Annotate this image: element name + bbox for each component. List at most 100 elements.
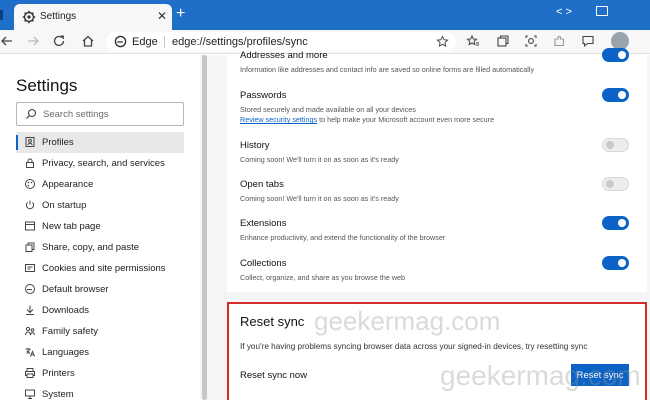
sidebar-item-label: Languages: [42, 347, 90, 358]
tab-settings[interactable]: Settings ✕: [14, 4, 172, 30]
feedback-icon[interactable]: [581, 34, 595, 48]
sidebar-item-appearance[interactable]: Appearance: [16, 174, 184, 195]
page-title: Settings: [16, 76, 78, 95]
link-suffix-text: to help make your Microsoft account even…: [317, 115, 495, 124]
appearance-icon: [25, 179, 35, 189]
lock-icon: [26, 158, 34, 168]
sidebar-item-label: Appearance: [42, 179, 94, 190]
sync-toggle[interactable]: [602, 138, 629, 152]
sync-setting-title: Collections: [240, 258, 287, 269]
sidebar-item-printers[interactable]: Printers: [16, 363, 184, 384]
address-bar[interactable]: Edge edge://settings/profiles/sync: [106, 32, 456, 52]
printer-icon: [25, 368, 35, 378]
refresh-icon[interactable]: [52, 34, 66, 48]
sidebar-item-new-tab-page[interactable]: New tab page: [16, 216, 184, 237]
sidebar-item-label: Privacy, search, and services: [42, 158, 165, 169]
gear-icon: [22, 10, 36, 24]
new-tab-icon: [25, 221, 35, 231]
sync-toggle[interactable]: [602, 48, 629, 62]
cookies-icon: [25, 264, 35, 272]
close-icon[interactable]: ✕: [157, 9, 167, 23]
sidebar-item-label: Downloads: [42, 305, 89, 316]
sync-toggle[interactable]: [602, 88, 629, 102]
address-separator: [164, 36, 165, 48]
search-icon: [26, 108, 37, 119]
sync-setting-description-text: Stored securely and made available on al…: [240, 105, 416, 114]
sync-setting-description: Collect, organize, and share as you brow…: [240, 273, 405, 282]
sync-setting-description: Enhance productivity, and extend the fun…: [240, 233, 445, 242]
sidebar-item-label: Printers: [42, 368, 75, 379]
back-icon[interactable]: [0, 34, 14, 48]
sidebar-item-downloads[interactable]: Downloads: [16, 300, 184, 321]
sidebar-item-label: Share, copy, and paste: [42, 242, 139, 253]
sync-setting-description: Information like addresses and contact i…: [240, 65, 534, 74]
sync-setting-link-line: Review security settings to help make yo…: [240, 115, 494, 124]
review-security-settings-link[interactable]: Review security settings: [240, 115, 317, 124]
sidebar-item-on-startup[interactable]: On startup: [16, 195, 184, 216]
sync-setting-description-text: Collect, organize, and share as you brow…: [240, 273, 406, 282]
watermark: geekermag.com: [440, 360, 641, 391]
search-box[interactable]: [16, 102, 184, 126]
sidebar-item-cookies-and-site-permissions[interactable]: Cookies and site permissions: [16, 258, 184, 279]
share-icon: [25, 242, 35, 252]
address-edge-label: Edge: [132, 36, 158, 48]
screenshot-icon[interactable]: [524, 34, 538, 48]
sidebar-item-default-browser[interactable]: Default browser: [16, 279, 184, 300]
sync-toggle[interactable]: [602, 256, 629, 270]
sidebar-item-label: Profiles: [42, 137, 74, 148]
profile-icon: [25, 137, 35, 147]
window-edge-mark: [0, 10, 3, 20]
title-bar-arrows[interactable]: < >: [556, 6, 572, 18]
maximize-button[interactable]: [596, 6, 608, 16]
reset-sync-now-label: Reset sync now: [240, 370, 308, 381]
forward-icon[interactable]: [26, 34, 40, 48]
sync-toggle[interactable]: [602, 216, 629, 230]
sync-setting-description-text: Enhance productivity, and extend the fun…: [240, 233, 446, 242]
sidebar-item-share-copy-and-paste[interactable]: Share, copy, and paste: [16, 237, 184, 258]
sidebar-item-system[interactable]: System: [16, 384, 184, 400]
sync-setting-description-text: Coming soon! We'll turn it on as soon as…: [240, 194, 399, 203]
sync-setting-description: Stored securely and made available on al…: [240, 105, 416, 114]
new-tab-button[interactable]: +: [176, 5, 185, 23]
search-input[interactable]: [43, 106, 179, 122]
sync-setting-description: Coming soon! We'll turn it on as soon as…: [240, 194, 399, 203]
sidebar-item-privacy-search-and-services[interactable]: Privacy, search, and services: [16, 153, 184, 174]
power-icon: [25, 200, 35, 210]
sidebar-item-label: Default browser: [42, 284, 109, 295]
sidebar-item-label: Family safety: [42, 326, 98, 337]
home-icon[interactable]: [81, 34, 95, 48]
system-icon: [25, 389, 35, 399]
tab-title: Settings: [40, 11, 77, 22]
sync-settings-card: [227, 55, 647, 292]
sync-setting-title: History: [240, 140, 270, 151]
collections-icon[interactable]: [496, 34, 510, 48]
url-text[interactable]: edge://settings/profiles/sync: [172, 36, 308, 48]
sidebar-item-label: System: [42, 389, 74, 400]
family-icon: [25, 326, 35, 336]
sidebar-item-label: Cookies and site permissions: [42, 263, 166, 274]
sidebar-item-languages[interactable]: Languages: [16, 342, 184, 363]
favorite-star-icon[interactable]: [436, 35, 449, 48]
favorites-icon[interactable]: [466, 34, 480, 48]
reset-sync-description: If you're having problems syncing browse…: [240, 342, 588, 351]
sync-setting-title: Extensions: [240, 218, 287, 229]
extensions-icon[interactable]: [552, 34, 566, 48]
download-icon: [26, 305, 34, 315]
watermark: geekermag.com: [314, 306, 501, 336]
sync-setting-title: Open tabs: [240, 179, 284, 190]
title-bar: Settings ✕ + < >: [0, 0, 650, 30]
sync-setting-title: Passwords: [240, 90, 287, 101]
sidebar: Settings Profiles Privacy, search, and se…: [0, 55, 200, 400]
sidebar-item-profiles[interactable]: Profiles: [16, 132, 184, 153]
sync-setting-description-text: Information like addresses and contact i…: [240, 65, 535, 74]
edge-logo-icon: [114, 35, 127, 48]
browser-icon: [25, 284, 35, 294]
sync-toggle[interactable]: [602, 177, 629, 191]
languages-icon: [25, 348, 35, 357]
sidebar-item-label: On startup: [42, 200, 87, 211]
sync-setting-description-text: Coming soon! We'll turn it on as soon as…: [240, 155, 399, 164]
sync-setting-title: Addresses and more: [240, 50, 328, 61]
scrollbar[interactable]: [202, 55, 207, 400]
sidebar-item-label: New tab page: [42, 221, 101, 232]
sidebar-item-family-safety[interactable]: Family safety: [16, 321, 184, 342]
